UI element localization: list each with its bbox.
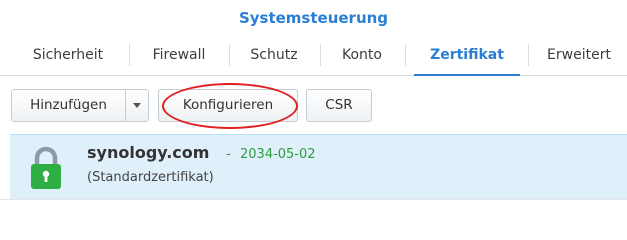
tab-zertifikat[interactable]: Zertifikat (414, 36, 520, 76)
certificate-description: (Standardzertifikat) (87, 170, 214, 185)
tab-sicherheit[interactable]: Sicherheit (18, 36, 118, 76)
certificate-separator: - (226, 147, 231, 162)
tab-erweitert[interactable]: Erweitert (535, 36, 623, 76)
lock-icon (31, 146, 61, 189)
annotation-circle (162, 83, 298, 129)
tab-divider (405, 44, 406, 66)
csr-button[interactable]: CSR (306, 89, 372, 122)
divider (0, 199, 627, 200)
tab-divider (129, 44, 130, 66)
tab-firewall[interactable]: Firewall (138, 36, 220, 76)
tab-divider (320, 44, 321, 66)
tab-schutz[interactable]: Schutz (238, 36, 310, 76)
tab-bar: Sicherheit Firewall Schutz Konto Zertifi… (0, 36, 627, 76)
certificate-name: synology.com (87, 143, 210, 162)
certificate-list: synology.com - 2034-05-02 (Standardzerti… (10, 134, 627, 199)
window-title-bar: Systemsteuerung (0, 0, 627, 36)
add-button[interactable]: Hinzufügen (11, 89, 126, 122)
window-title: Systemsteuerung (238, 9, 389, 27)
tab-konto[interactable]: Konto (329, 36, 395, 76)
tab-divider (528, 44, 529, 66)
tab-divider (229, 44, 230, 66)
certificate-expiry: 2034-05-02 (240, 147, 316, 162)
toolbar: Hinzufügen Konfigurieren CSR (0, 76, 627, 134)
chevron-down-icon (133, 102, 141, 108)
add-dropdown-button[interactable] (125, 89, 149, 122)
